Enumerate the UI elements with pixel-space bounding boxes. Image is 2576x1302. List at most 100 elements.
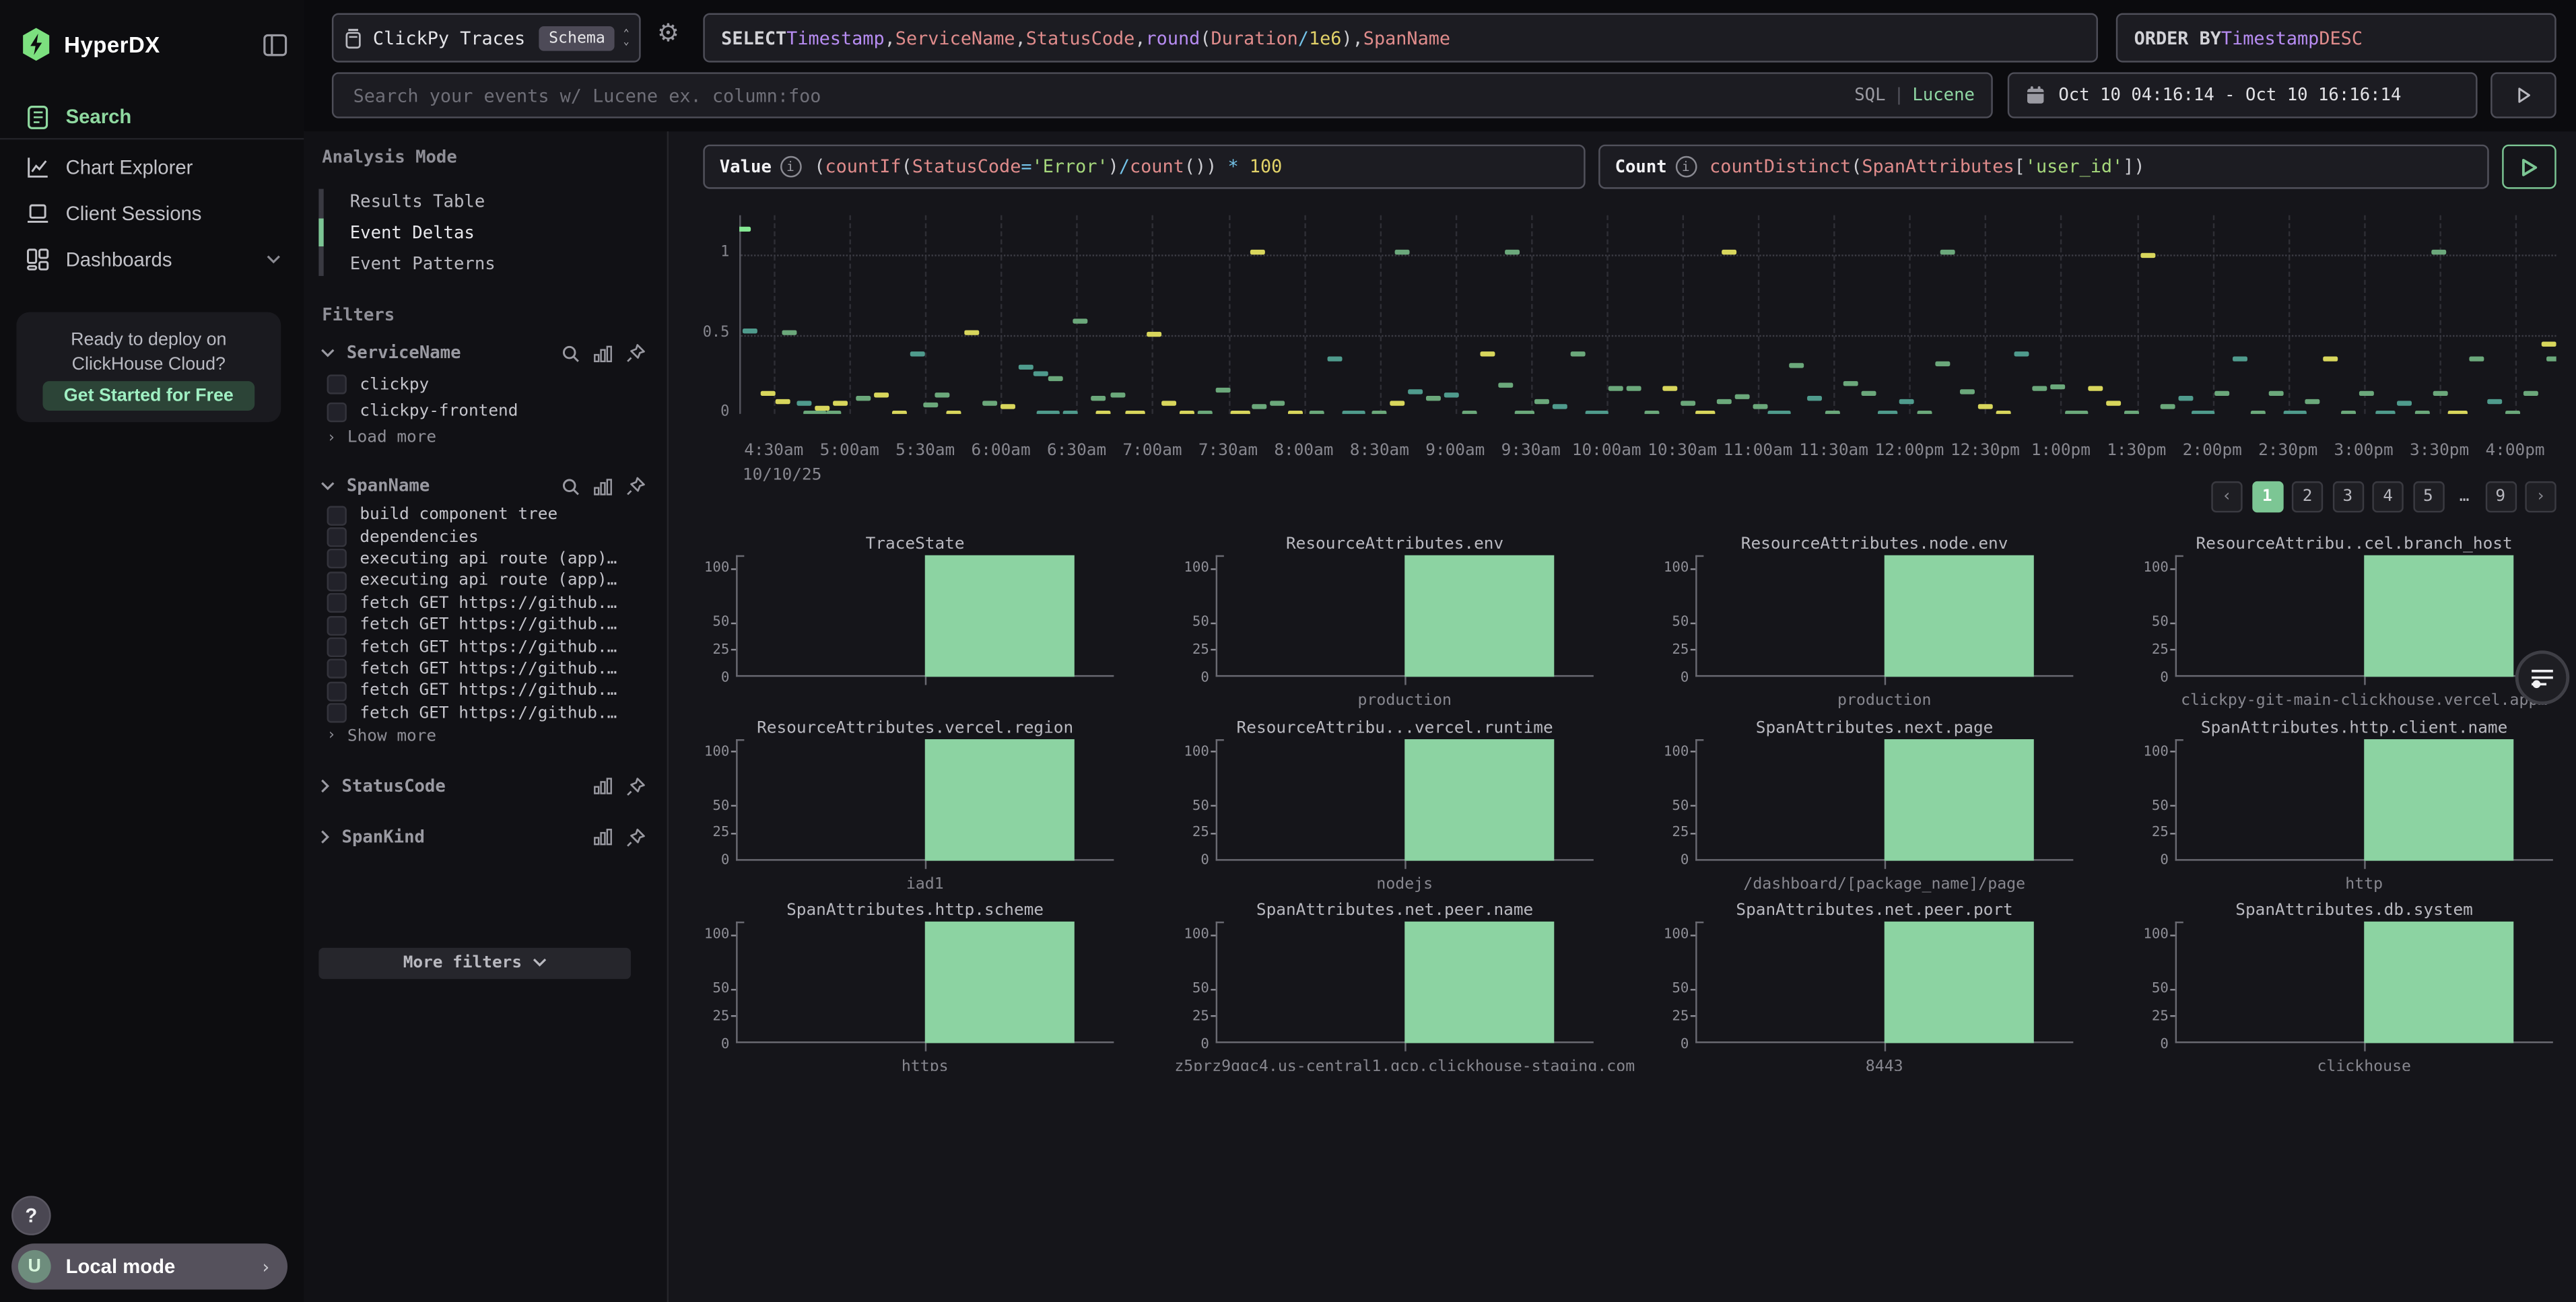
filter-option[interactable]: clickpy-frontend [304, 399, 667, 425]
data-point-dash [2140, 252, 2155, 257]
orderby-clause-input[interactable]: ORDER BY Timestamp DESC [2116, 13, 2556, 63]
user-menu[interactable]: U Local mode › [11, 1243, 287, 1289]
chart-icon[interactable] [593, 344, 613, 362]
search-bar: SQL|Lucene [332, 72, 1993, 118]
checkbox[interactable] [327, 681, 347, 701]
data-point-dash [982, 401, 997, 406]
filter-group-header[interactable]: SpanKind [304, 819, 667, 856]
gridline-vertical [1985, 215, 1986, 414]
filter-option[interactable]: build component tree [304, 504, 667, 526]
y-tick-label: 0 [669, 404, 729, 420]
checkbox[interactable] [327, 638, 347, 657]
gridline-vertical [1380, 215, 1381, 414]
value-expression-input[interactable]: Value i (countIf(StatusCode='Error')/cou… [703, 145, 1585, 189]
filter-option[interactable]: clickpy [304, 371, 667, 398]
analysis-mode-option[interactable]: Results Table [318, 186, 667, 217]
y-tick-mark [1691, 568, 1695, 570]
search-icon[interactable] [562, 477, 580, 495]
sidebar-item-client-sessions[interactable]: Client Sessions [0, 191, 304, 236]
gridline-vertical [925, 215, 926, 414]
sidebar-item-chart-explorer[interactable]: Chart Explorer [0, 145, 304, 191]
pin-icon[interactable] [626, 828, 646, 848]
analysis-mode-option[interactable]: Event Patterns [318, 248, 667, 279]
main-content: Value i (countIf(StatusCode='Error')/cou… [669, 131, 2576, 1302]
chart-settings-fab[interactable] [2515, 650, 2570, 705]
pin-icon[interactable] [626, 477, 646, 496]
data-point-dash [2233, 357, 2247, 362]
checkbox[interactable] [327, 375, 347, 395]
filter-group-header[interactable]: ServiceName [304, 335, 667, 372]
run-analysis-button[interactable] [2502, 145, 2556, 189]
x-tick-mark [1885, 1043, 1886, 1051]
query-language-toggle[interactable]: SQL|Lucene [1854, 85, 1975, 105]
chart-icon[interactable] [593, 778, 613, 796]
data-point-dash [1940, 249, 1955, 254]
pagination-page[interactable]: 5 [2412, 481, 2443, 512]
filter-option[interactable]: fetch GET https://github.… [304, 614, 667, 636]
data-point-dash [1033, 371, 1048, 376]
filter-option[interactable]: executing api route (app)… [304, 570, 667, 592]
pin-icon[interactable] [626, 777, 646, 796]
analysis-mode-option[interactable]: Event Deltas [318, 217, 667, 248]
pagination-page[interactable]: 3 [2332, 481, 2363, 512]
help-button[interactable]: ? [11, 1196, 51, 1235]
data-point-dash [946, 411, 961, 414]
checkbox[interactable] [327, 402, 347, 421]
checkbox[interactable] [327, 527, 347, 547]
gridline-vertical [1228, 215, 1229, 414]
pagination-page[interactable]: 1 [2251, 481, 2282, 512]
more-filters-button[interactable]: More filters [318, 948, 631, 979]
user-mode-label: Local mode [66, 1255, 261, 1278]
filter-group-header[interactable]: StatusCode [304, 769, 667, 805]
filter-option[interactable]: executing api route (app)… [304, 548, 667, 570]
checkbox[interactable] [327, 549, 347, 569]
filter-group-header[interactable]: SpanName [304, 468, 667, 504]
x-tick-label: 7:30am [1198, 442, 1258, 460]
search-icon[interactable] [562, 344, 580, 362]
sidebar-item-dashboards[interactable]: Dashboards [0, 236, 304, 282]
pagination-page[interactable]: 9 [2485, 481, 2516, 512]
select-clause-input[interactable]: SELECT Timestamp, ServiceName, StatusCod… [703, 13, 2098, 63]
y-tick-label: 0 [1659, 669, 1689, 685]
search-input[interactable] [350, 83, 1855, 108]
date-range-picker[interactable]: Oct 10 04:16:14 - Oct 10 16:16:14 [2008, 72, 2478, 118]
filter-option[interactable]: fetch GET https://github.… [304, 636, 667, 658]
data-point-dash [1681, 401, 1695, 406]
checkbox[interactable] [327, 593, 347, 613]
y-tick-mark [1691, 1016, 1695, 1017]
run-search-button[interactable] [2490, 72, 2556, 118]
checkbox[interactable] [327, 572, 347, 591]
chart-icon[interactable] [593, 477, 613, 495]
checkbox[interactable] [327, 704, 347, 723]
facet-chart-plot: 02550100 [2175, 739, 2553, 860]
pagination-prev[interactable]: ‹ [2211, 481, 2242, 512]
count-expression-input[interactable]: Count i countDistinct(SpanAttributes['us… [1598, 145, 2489, 189]
checkbox[interactable] [327, 615, 347, 635]
filter-show-more[interactable]: ›Show more [304, 724, 667, 749]
pin-icon[interactable] [626, 343, 646, 363]
filter-option[interactable]: fetch GET https://github.… [304, 680, 667, 702]
filter-option[interactable]: fetch GET https://github.… [304, 592, 667, 615]
facet-chart-title: SpanAttributes.http.scheme [736, 902, 1094, 920]
data-source-select[interactable]: ClickPy Traces Schema ⌃⌄ [332, 13, 641, 63]
filter-option[interactable]: fetch GET https://github.… [304, 658, 667, 681]
checkbox[interactable] [327, 506, 347, 525]
pagination-next[interactable]: › [2525, 481, 2556, 512]
get-started-button[interactable]: Get Started for Free [42, 381, 255, 411]
filter-option-label: fetch GET https://github.… [360, 682, 617, 700]
gear-icon[interactable]: ⚙ [657, 18, 679, 48]
pagination-page[interactable]: 4 [2372, 481, 2403, 512]
sidebar-collapse-icon[interactable] [263, 32, 287, 57]
sidebar-item-search[interactable]: Search [0, 94, 304, 139]
filter-load-more[interactable]: ›Load more [304, 425, 667, 450]
y-tick-label: 0 [1659, 1035, 1689, 1052]
data-point-dash [2396, 401, 2411, 406]
chart-icon[interactable] [593, 829, 613, 847]
code-token [1239, 156, 1250, 178]
checkbox[interactable] [327, 659, 347, 679]
info-icon: i [1675, 156, 1697, 178]
filter-option[interactable]: fetch GET https://github.… [304, 702, 667, 724]
filter-option[interactable]: dependencies [304, 526, 667, 549]
pagination-page[interactable]: 2 [2292, 481, 2323, 512]
y-tick-label: 0 [2139, 1035, 2169, 1052]
